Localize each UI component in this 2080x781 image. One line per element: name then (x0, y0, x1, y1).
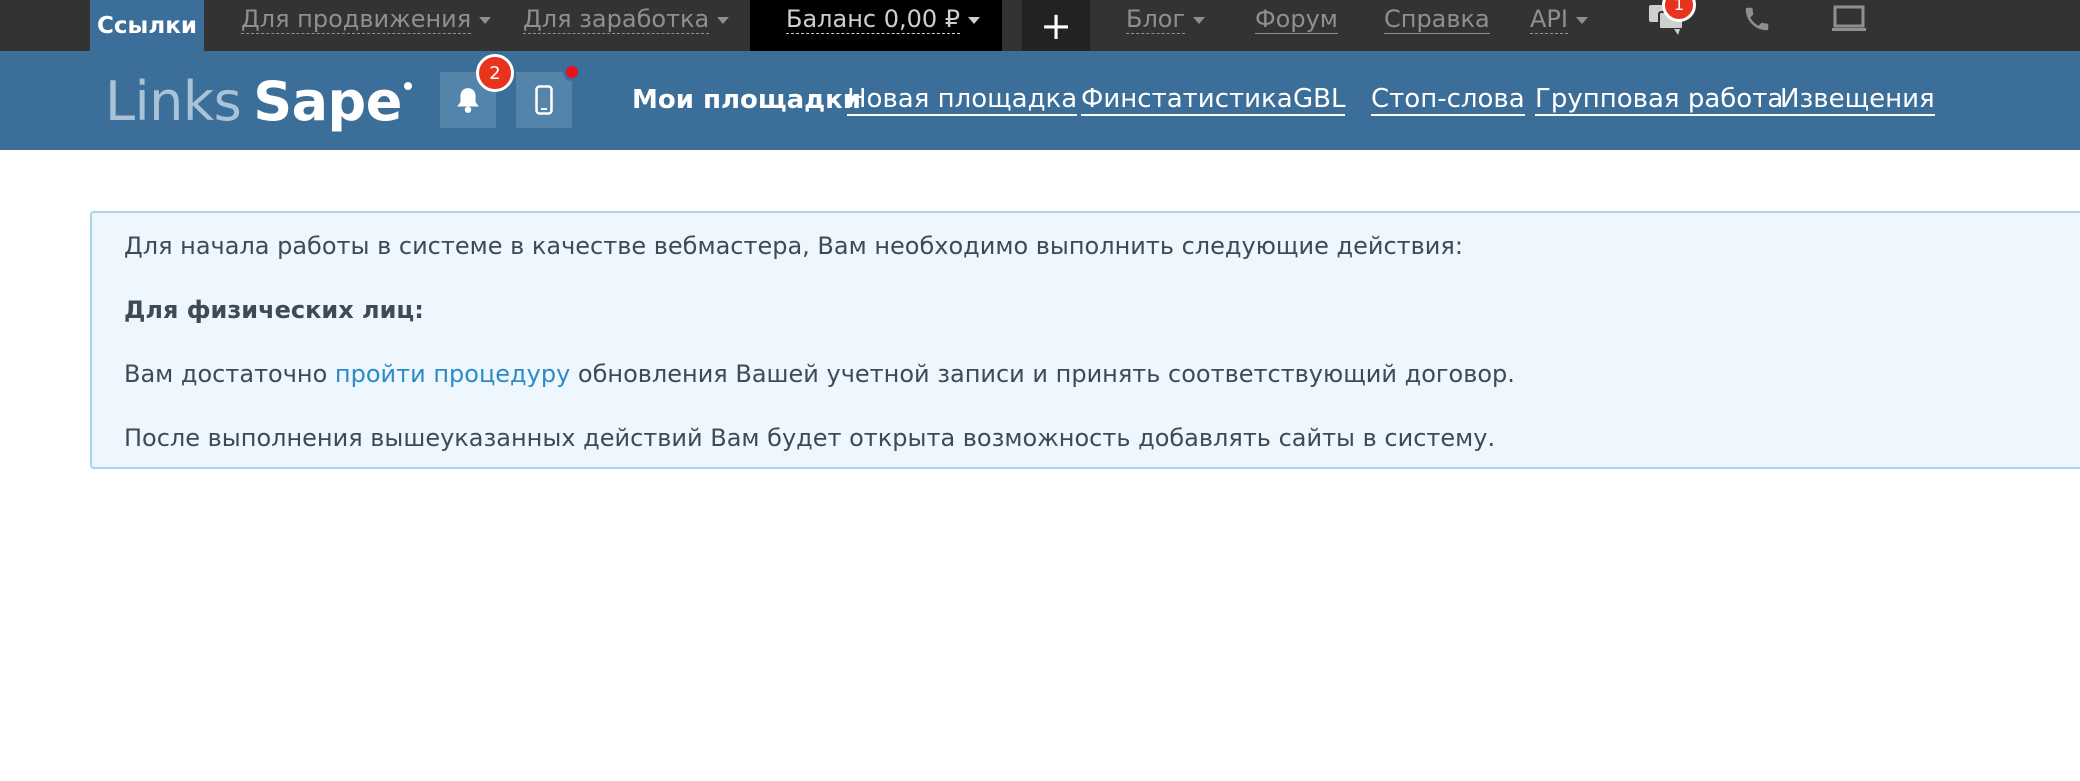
chevron-down-icon (1575, 16, 1588, 24)
desktop-button[interactable] (1832, 0, 1866, 38)
procedure-text: Вам достаточно пройти процедуру обновлен… (124, 360, 1515, 388)
logo-links-text: Links (105, 69, 242, 133)
chevron-down-icon (1193, 16, 1206, 24)
blog-menu-label: Блог (1126, 4, 1186, 34)
nav-new-site[interactable]: Новая площадка (847, 81, 1078, 119)
api-menu[interactable]: API (1530, 0, 1588, 38)
laptop-icon (1832, 5, 1866, 31)
logo-sape-text: Sape (253, 69, 402, 133)
nav-gbl[interactable]: GBL (1293, 81, 1346, 119)
earn-menu[interactable]: Для заработка (523, 0, 730, 38)
nav-stop-words[interactable]: Стоп-слова (1371, 81, 1525, 119)
result-text: После выполнения вышеуказанных действий … (124, 424, 1496, 452)
mobile-button[interactable] (516, 72, 572, 128)
balance-label: Баланс 0,00 ₽ (786, 4, 961, 34)
intro-text: Для начала работы в системе в качестве в… (124, 232, 1463, 260)
nav-new-site-label: Новая площадка (847, 84, 1078, 116)
nav-stop-words-label: Стоп-слова (1371, 84, 1525, 116)
nav-notices[interactable]: Извещения (1780, 81, 1935, 119)
api-menu-label: API (1530, 4, 1568, 34)
nav-finstats[interactable]: Финстатистика (1081, 81, 1293, 119)
balance-panel: Баланс 0,00 ₽ (750, 0, 1002, 51)
mobile-phone-icon (535, 85, 553, 115)
linkssape-logo[interactable]: Links Sape (105, 61, 412, 141)
procedure-link[interactable]: пройти процедуру (335, 360, 570, 388)
top-bar: Ссылки Для продвижения Для заработка Бал… (0, 0, 2080, 51)
tab-links[interactable]: Ссылки (90, 0, 204, 51)
phone-button[interactable] (1742, 0, 1772, 38)
chevron-down-icon (968, 16, 981, 24)
main-header: Links Sape 2 Мои площадки Новая площадка… (0, 51, 2080, 150)
help-link[interactable]: Справка (1384, 0, 1490, 38)
nav-group-work[interactable]: Групповая работа (1535, 81, 1784, 119)
nav-gbl-label: GBL (1293, 84, 1346, 116)
procedure-text-after: обновления Вашей учетной записи и принят… (570, 360, 1515, 388)
add-button[interactable]: + (1022, 0, 1090, 51)
nav-notices-label: Извещения (1780, 84, 1935, 116)
mobile-alert-dot (563, 63, 581, 81)
nav-my-sites[interactable]: Мои площадки (632, 81, 861, 119)
logo-dot (403, 82, 412, 90)
nav-finstats-label: Финстатистика (1081, 84, 1293, 116)
help-link-label: Справка (1384, 4, 1490, 34)
promo-menu[interactable]: Для продвижения (241, 0, 492, 38)
nav-my-sites-label: Мои площадки (632, 85, 862, 115)
procedure-text-before: Вам достаточно (124, 360, 335, 388)
bell-icon (457, 88, 479, 113)
earn-menu-label: Для заработка (523, 4, 710, 34)
forum-link[interactable]: Форум (1255, 0, 1338, 38)
notifications-badge: 2 (476, 54, 514, 92)
blog-menu[interactable]: Блог (1126, 0, 1206, 38)
balance-menu[interactable]: Баланс 0,00 ₽ (786, 0, 981, 38)
chevron-down-icon (717, 16, 730, 24)
promo-menu-label: Для продвижения (241, 4, 472, 34)
nav-group-work-label: Групповая работа (1535, 84, 1784, 116)
individuals-heading: Для физических лиц: (124, 296, 424, 324)
phone-icon (1745, 7, 1769, 31)
webmaster-info-box: Для начала работы в системе в качестве в… (90, 211, 2080, 469)
forum-link-label: Форум (1255, 4, 1338, 34)
plus-icon: + (1040, 3, 1072, 48)
chevron-down-icon (479, 16, 492, 24)
